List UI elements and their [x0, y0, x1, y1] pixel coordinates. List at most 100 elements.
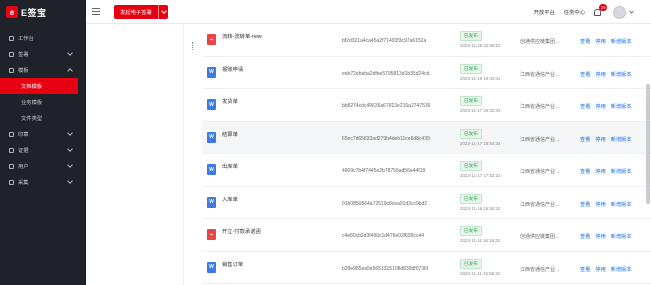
sidebar-item-after-3[interactable]: 采集 — [0, 174, 86, 190]
view-link[interactable]: 查看 — [580, 233, 590, 240]
sidebar-item-label: 证据 — [18, 148, 29, 154]
add-version-link[interactable]: 新增版本 — [611, 266, 632, 273]
view-link[interactable]: 查看 — [580, 201, 590, 208]
view-link[interactable]: 查看 — [580, 266, 590, 273]
sidebar-item-label: 采集 — [18, 180, 29, 186]
status-badge: 已发布 — [460, 226, 482, 236]
chevron-down-icon[interactable] — [629, 8, 634, 14]
template-id: b28e985ea5e5651315108d839df0736f — [342, 265, 429, 272]
disable-link[interactable]: 停用 — [595, 38, 605, 45]
status-badge: 已发布 — [460, 96, 482, 106]
topbar: 发起电子签署 开放平台 任务中心 29 — [86, 0, 651, 24]
resize-handle-icon[interactable] — [192, 42, 194, 50]
task-center-link[interactable]: 任务中心 — [564, 8, 585, 16]
company-name: 江西省通信产业... — [520, 71, 560, 78]
table-row[interactable]: W 销售订单 b28e985ea5e5651315108d839df0736f 已发布… — [202, 252, 651, 284]
word-file-icon: W — [207, 131, 216, 143]
view-link[interactable]: 查看 — [580, 168, 590, 175]
template-id: bf2d321a4ca45a2f71493f3c97a6152a — [342, 38, 427, 44]
sidebar-item-0[interactable]: 工作台 — [0, 30, 86, 46]
view-link[interactable]: 查看 — [580, 71, 590, 78]
open-platform-link[interactable]: 开放平台 — [534, 8, 555, 16]
template-name[interactable]: 入库单 — [222, 195, 238, 203]
disable-link[interactable]: 停用 — [595, 103, 605, 110]
company-name: 江西省通信产业... — [520, 104, 560, 110]
template-name[interactable]: 结算单 — [222, 130, 238, 138]
disable-link[interactable]: 停用 — [595, 233, 605, 240]
company-name: 江西省通信产业... — [520, 201, 560, 208]
template-id: 01b0850564a72519c8cea91d3cc9bd2 — [342, 200, 428, 207]
app-logo[interactable]: e E签宝 — [0, 0, 86, 24]
sidebar-item-2[interactable]: 模板 — [0, 62, 86, 78]
category-pane — [86, 24, 184, 285]
template-name[interactable]: 发货单 — [222, 97, 238, 105]
sidebar-item-1[interactable]: 签署 — [0, 46, 86, 62]
main-content: ⌁ 流转-流转单-new bf2d321a4ca45a2f71493f3c97a61… — [86, 24, 651, 285]
add-version-link[interactable]: 新增版本 — [611, 71, 632, 78]
company-name: 江西省通信产业... — [520, 136, 560, 143]
scrollbar[interactable] — [646, 24, 650, 285]
chevron-down-icon — [67, 178, 73, 184]
sidebar-subitem-0[interactable]: 文档模板 — [0, 78, 78, 94]
sidebar-subitem-2[interactable]: 文件类型 — [0, 110, 86, 126]
view-link[interactable]: 查看 — [580, 103, 590, 110]
template-name[interactable]: 开立-付款承诺函 — [222, 227, 261, 235]
add-version-link[interactable]: 新增版本 — [611, 201, 632, 208]
template-name[interactable]: 流转-流转单-new — [222, 32, 262, 40]
view-link[interactable]: 查看 — [580, 38, 590, 45]
template-id: eeb72ebeba2dfee5795813d1b35d24cd — [342, 70, 430, 77]
start-sign-dropdown-icon[interactable] — [157, 5, 168, 19]
table-row[interactable]: W 出库单 4909c7b4f7445e2b78756ad56e44f18 已发布 20… — [202, 154, 651, 187]
disable-link[interactable]: 停用 — [595, 136, 605, 143]
template-name[interactable]: 销售订单 — [222, 260, 243, 268]
publish-time: 2023-11-11 15:55:32 — [460, 270, 501, 276]
status-badge: 已发布 — [460, 128, 482, 139]
template-name[interactable]: 出库单 — [222, 162, 238, 170]
template-id: c4e80cb2d3f490c1d476e02f699cc44 — [342, 233, 425, 239]
bell-icon[interactable]: 29 — [594, 3, 608, 16]
publish-time: 2023-11-17 17:52:23 — [460, 173, 501, 178]
menu-toggle-icon[interactable] — [92, 8, 100, 15]
scrollbar-thumb[interactable] — [646, 84, 650, 204]
table-row[interactable]: W 报账申请 eeb72ebeba2dfee5795813d1b35d24cd 已发布… — [202, 57, 651, 89]
template-name[interactable]: 报账申请 — [222, 65, 243, 73]
disable-link[interactable]: 停用 — [595, 266, 605, 273]
sidebar-item-after-0[interactable]: 印章 — [0, 126, 86, 142]
seal-icon — [9, 131, 14, 137]
status-badge: 已发布 — [460, 31, 482, 41]
word-file-icon: W — [207, 66, 216, 78]
word-file-icon: W — [207, 261, 216, 273]
avatar[interactable] — [613, 5, 626, 19]
table-row[interactable]: ⌁ 流转-流转单-new bf2d321a4ca45a2f71493f3c97a61… — [202, 24, 651, 57]
word-file-icon: W — [207, 196, 216, 208]
template-id: 4909c7b4f7445e2b78756ad56e44f18 — [342, 168, 426, 174]
start-sign-label: 发起电子签署 — [120, 10, 152, 16]
logo-text: E签宝 — [21, 7, 47, 18]
add-version-link[interactable]: 新增版本 — [611, 103, 632, 110]
sidebar-item-label: 印章 — [18, 132, 29, 138]
sidebar-item-after-1[interactable]: 证据 — [0, 142, 86, 158]
evidence-icon — [9, 147, 14, 153]
sidebar-item-after-2[interactable]: 用户 — [0, 158, 86, 174]
template-table: ⌁ 流转-流转单-new bf2d321a4ca45a2f71493f3c97a61… — [202, 24, 651, 284]
add-version-link[interactable]: 新增版本 — [611, 38, 632, 45]
start-sign-button[interactable]: 发起电子签署 — [114, 5, 168, 19]
table-row[interactable]: W 结算单 65ec7d65833ad279b4deb11ce6d8c439 已发布 2… — [202, 121, 651, 154]
company-name: 创通供应链集团... — [520, 39, 560, 45]
table-row[interactable]: ⌁ 开立-付款承诺函 c4e80cb2d3f490c1d476e02f699cc44… — [202, 219, 651, 252]
table-row[interactable]: W 入库单 01b0850564a72519c8cea91d3cc9bd2 已发布 20… — [202, 187, 651, 219]
view-link[interactable]: 查看 — [580, 136, 590, 143]
disable-link[interactable]: 停用 — [595, 71, 605, 78]
add-version-link[interactable]: 新增版本 — [611, 168, 632, 175]
table-row[interactable]: W 发货单 bb8274cdc49636a67813e216a2747536 已发布 2… — [202, 89, 651, 122]
row-actions: 查看 停用 新增版本 — [580, 233, 632, 240]
template-id: bb8274cdc49636a67813e216a2747536 — [342, 103, 431, 109]
chevron-down-icon — [67, 162, 73, 168]
add-version-link[interactable]: 新增版本 — [611, 233, 632, 240]
disable-link[interactable]: 停用 — [595, 201, 605, 208]
status-badge: 已发布 — [460, 258, 482, 269]
add-version-link[interactable]: 新增版本 — [611, 136, 632, 143]
disable-link[interactable]: 停用 — [595, 168, 605, 175]
publish-time: 2023-11-16 16:58:42 — [460, 205, 501, 211]
sidebar-subitem-1[interactable]: 业务模板 — [0, 94, 86, 110]
